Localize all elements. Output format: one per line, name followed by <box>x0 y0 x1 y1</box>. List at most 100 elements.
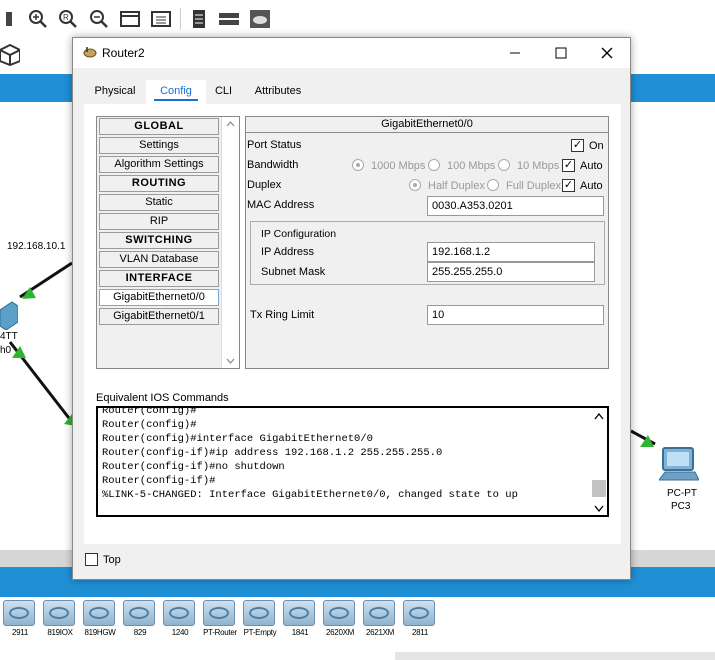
sidebar-item-settings[interactable]: Settings <box>99 137 219 154</box>
duplex-label: Duplex <box>247 179 282 191</box>
window-icon[interactable] <box>119 8 141 30</box>
svg-text:R: R <box>63 13 69 22</box>
half-duplex-label: Half Duplex <box>428 180 485 192</box>
subnet-mask-label: Subnet Mask <box>261 266 326 278</box>
device-item[interactable]: 2911 <box>3 600 37 637</box>
bandwidth-100-radio[interactable] <box>428 159 440 171</box>
bandwidth-label: Bandwidth <box>247 159 299 171</box>
port-status-checkbox[interactable]: ✓ <box>571 139 584 152</box>
ip-label: 192.168.10.1 <box>7 241 66 252</box>
device-label: 2811 <box>411 628 428 637</box>
console-scroll-up-icon[interactable] <box>594 411 604 423</box>
mac-address-label: MAC Address <box>247 199 315 211</box>
scroll-up-icon[interactable] <box>226 119 235 129</box>
router-device-icon <box>323 600 355 626</box>
sidebar-scrollbar[interactable] <box>221 117 239 368</box>
sidebar-item-gigabitethernet0-1[interactable]: GigabitEthernet0/1 <box>99 308 219 325</box>
zoom-reset-icon[interactable]: R <box>57 8 79 30</box>
bandwidth-auto-checkbox[interactable]: ✓ <box>562 159 575 172</box>
device-label: 819IOX <box>47 628 73 637</box>
zoom-in-icon[interactable] <box>27 8 49 30</box>
tx-ring-limit-field[interactable]: 10 <box>427 305 604 325</box>
ios-command-line: Router(config)# <box>102 419 197 431</box>
pc-icon[interactable] <box>658 446 700 485</box>
full-duplex-radio[interactable] <box>487 179 499 191</box>
sidebar-item-gigabitethernet0-0[interactable]: GigabitEthernet0/0 <box>99 289 219 306</box>
half-duplex-radio[interactable] <box>409 179 421 191</box>
sidebar-item-vlan-database[interactable]: VLAN Database <box>99 251 219 268</box>
config-sidebar: GLOBAL Settings Algorithm Settings ROUTI… <box>96 116 240 369</box>
device-item[interactable]: 819IOX <box>43 600 77 637</box>
device-item[interactable]: 829 <box>123 600 157 637</box>
sidebar-header-switching: SWITCHING <box>99 232 219 249</box>
device-panel-icon[interactable] <box>218 8 240 30</box>
sidebar-header-routing: ROUTING <box>99 175 219 192</box>
console-scroll-thumb[interactable] <box>592 480 606 497</box>
mac-address-field[interactable]: 0030.A353.0201 <box>427 196 604 216</box>
tab-active-underline <box>154 99 198 101</box>
minimize-button[interactable] <box>492 38 538 68</box>
device-item[interactable]: 2620XM <box>323 600 357 637</box>
list-window-icon[interactable] <box>150 8 172 30</box>
cloud-device-icon[interactable] <box>249 8 271 30</box>
sidebar-item-static[interactable]: Static <box>99 194 219 211</box>
duplex-auto-checkbox[interactable]: ✓ <box>562 179 575 192</box>
switch-icon[interactable] <box>0 300 19 333</box>
interface-heading: GigabitEthernet0/0 <box>246 117 608 133</box>
device-label: 1841 <box>291 628 309 637</box>
pdu-list-icon[interactable] <box>188 8 210 30</box>
router-device-icon <box>403 600 435 626</box>
bandwidth-10-radio[interactable] <box>498 159 510 171</box>
bandwidth-1000-radio[interactable] <box>352 159 364 171</box>
router-device-icon <box>43 600 75 626</box>
tab-config[interactable]: Config <box>146 80 206 104</box>
close-button[interactable] <box>584 38 630 68</box>
sidebar-header-global: GLOBAL <box>99 118 219 135</box>
cube-icon[interactable] <box>0 43 21 69</box>
router-device-icon <box>203 600 235 626</box>
ios-command-line: Router(config-if)# <box>102 475 216 487</box>
tab-config-label: Config <box>160 85 192 97</box>
scroll-down-icon[interactable] <box>226 356 235 366</box>
interface-panel: GigabitEthernet0/0 Port Status ✓ On Band… <box>245 116 609 369</box>
device-item[interactable]: 1841 <box>283 600 317 637</box>
sidebar-item-rip[interactable]: RIP <box>99 213 219 230</box>
main-toolbar: R <box>0 0 715 38</box>
top-checkbox[interactable] <box>85 553 98 566</box>
device-item[interactable]: 2811 <box>403 600 437 637</box>
dialog-titlebar: Router2 <box>73 38 630 68</box>
duplex-auto-label: Auto <box>580 180 603 192</box>
ios-commands-text: Router(config)# Router(config)# Router(con… <box>102 408 518 502</box>
subnet-mask-field[interactable]: 255.255.255.0 <box>427 262 595 282</box>
ip-address-field[interactable]: 192.168.1.2 <box>427 242 595 262</box>
device-item[interactable]: PT-Empty <box>243 600 277 637</box>
pc-type-label: PC-PT <box>667 488 697 499</box>
device-item[interactable]: PT-Router <box>203 600 237 637</box>
router-device-icon <box>83 600 115 626</box>
device-strip-scroll[interactable] <box>395 652 715 660</box>
config-panel: GLOBAL Settings Algorithm Settings ROUTI… <box>84 104 621 544</box>
dialog-title: Router2 <box>102 46 145 60</box>
ios-commands-console[interactable]: Router(config)# Router(config)# Router(con… <box>96 406 609 517</box>
sidebar-item-algorithm-settings[interactable]: Algorithm Settings <box>99 156 219 173</box>
device-item[interactable]: 1240 <box>163 600 197 637</box>
toolbar-edge-icon[interactable] <box>0 8 22 30</box>
tab-attributes[interactable]: Attributes <box>241 80 315 104</box>
device-item[interactable]: 819HGW <box>83 600 117 637</box>
device-label: 2620XM <box>326 628 354 637</box>
console-scroll-down-icon[interactable] <box>594 503 604 515</box>
sidebar-list: GLOBAL Settings Algorithm Settings ROUTI… <box>97 117 221 368</box>
console-scrollbar[interactable] <box>591 408 607 515</box>
router-device-icon <box>243 600 275 626</box>
zoom-out-icon[interactable] <box>88 8 110 30</box>
device-label: 2621XM <box>366 628 394 637</box>
ios-command-line: Router(config)#interface GigabitEthernet… <box>102 433 373 445</box>
device-item[interactable]: 2621XM <box>363 600 397 637</box>
device-label: 1240 <box>171 628 189 637</box>
maximize-button[interactable] <box>538 38 584 68</box>
tab-physical[interactable]: Physical <box>84 80 146 104</box>
full-duplex-label: Full Duplex <box>506 180 562 192</box>
tx-ring-limit-label: Tx Ring Limit <box>250 309 315 321</box>
tab-cli[interactable]: CLI <box>206 80 241 104</box>
port-status-label: Port Status <box>247 139 302 151</box>
